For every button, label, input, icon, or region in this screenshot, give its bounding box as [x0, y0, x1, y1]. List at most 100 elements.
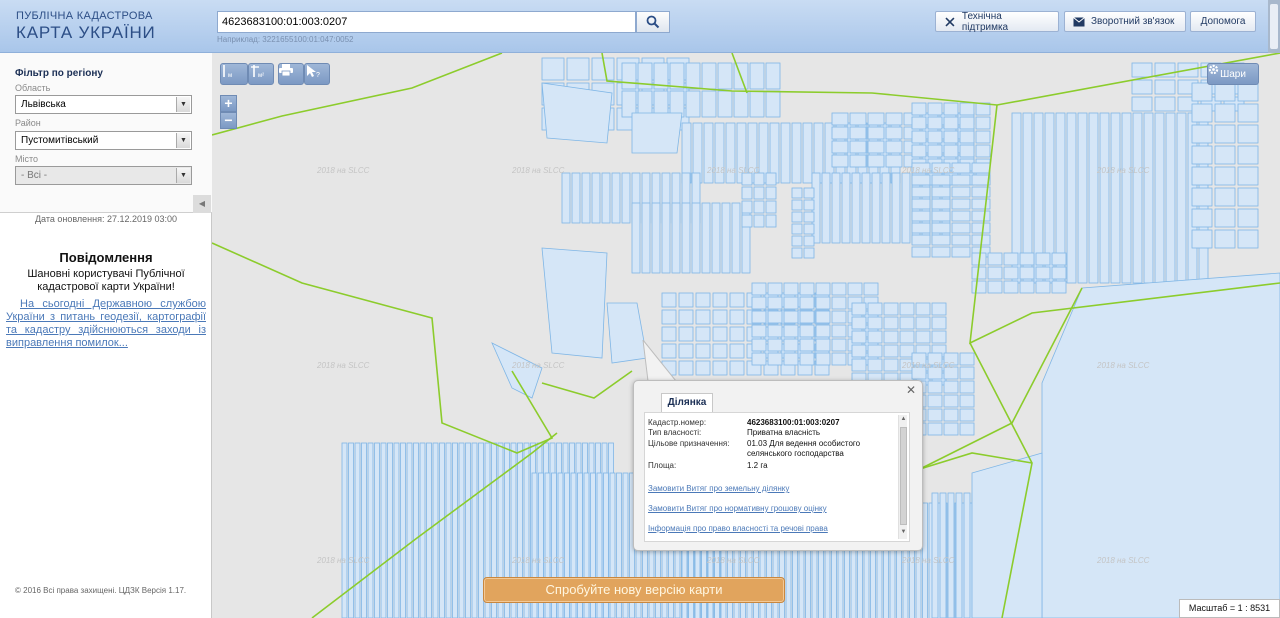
land-parcel — [1191, 229, 1213, 249]
land-parcel — [915, 316, 931, 330]
land-parcel — [729, 309, 745, 325]
identify-button[interactable]: ? — [304, 63, 330, 85]
land-parcel — [959, 408, 975, 422]
zoom-in-button[interactable]: + — [220, 95, 237, 112]
land-parcel — [931, 302, 947, 316]
order-extract-link[interactable]: Замовити Витяг про земельну ділянку — [648, 484, 789, 493]
envelope-icon — [1073, 16, 1085, 26]
tab-parcel[interactable]: Ділянка — [661, 393, 713, 412]
land-parcel — [1051, 266, 1067, 280]
close-icon[interactable]: ✕ — [906, 383, 916, 397]
land-parcel — [1214, 145, 1236, 165]
layers-label: Шари — [1220, 68, 1246, 80]
land-parcel — [867, 302, 883, 316]
measure-distance-button[interactable]: м — [220, 63, 248, 85]
order-valuation-link[interactable]: Замовити Витяг про нормативну грошову оц… — [648, 504, 827, 513]
watermark-text: 2018 на SLCC — [316, 166, 370, 175]
land-parcel — [767, 282, 783, 296]
scroll-down-icon[interactable]: ▼ — [900, 529, 907, 535]
land-parcel — [971, 280, 987, 294]
collapse-sidebar-button[interactable]: ◀ — [193, 195, 211, 213]
ownership-info-link[interactable]: Інформація про право власності та речові… — [648, 524, 828, 533]
help-button[interactable]: Допомога — [1190, 11, 1256, 32]
land-parcel — [361, 442, 367, 618]
land-parcel — [1237, 229, 1259, 249]
try-new-version-button[interactable]: Спробуйте нову версію карти — [483, 577, 785, 603]
land-parcel — [799, 296, 815, 310]
zoom-out-button[interactable]: − — [220, 112, 237, 129]
land-parcel — [717, 90, 733, 118]
land-parcel — [803, 199, 815, 211]
measure-area-button[interactable]: м² — [248, 63, 274, 85]
land-parcel — [729, 360, 745, 376]
ownership-type-label: Тип власності: — [648, 428, 702, 437]
land-parcel — [661, 309, 677, 325]
notice-link[interactable]: На сьогодні Державною службою України з … — [6, 298, 206, 350]
search-button[interactable] — [636, 11, 670, 33]
popup-scroll-thumb[interactable] — [900, 427, 907, 525]
land-parcel — [815, 352, 831, 366]
land-parcel — [695, 309, 711, 325]
feedback-button[interactable]: Зворотний зв'язок — [1064, 11, 1186, 32]
land-parcel — [951, 222, 971, 234]
land-parcel — [1003, 252, 1019, 266]
land-parcel — [387, 442, 393, 618]
land-parcel — [831, 296, 847, 310]
land-parcel — [931, 234, 951, 246]
chevron-down-icon: ▼ — [176, 168, 190, 183]
cadastral-map[interactable]: 2018 на SLCC 2018 на SLCC 2018 на SLCC 2018… — [212, 53, 1280, 618]
land-parcel — [733, 90, 749, 118]
city-select[interactable]: - Всі - ▼ — [15, 166, 192, 185]
watermark-text: 2018 на SLCC — [706, 556, 760, 565]
land-parcel — [1214, 103, 1236, 123]
map-scale: Масштаб = 1 : 8531 — [1179, 599, 1280, 618]
watermark-text: 2018 на SLCC — [511, 361, 565, 370]
land-parcel — [815, 282, 831, 296]
region-select[interactable]: Львівська ▼ — [15, 95, 192, 114]
land-parcel — [432, 442, 439, 618]
filter-title: Фільтр по регіону — [15, 68, 103, 79]
land-parcel — [975, 144, 991, 158]
land-parcel — [729, 326, 745, 342]
land-parcel — [951, 162, 971, 174]
header-scrollbar[interactable] — [1268, 0, 1280, 53]
land-parcel — [987, 252, 1003, 266]
land-parcel — [943, 144, 959, 158]
layers-button[interactable]: Шари — [1207, 63, 1259, 85]
search-hint: Наприклад: 3221655100:01:047:0052 — [217, 35, 354, 44]
scroll-up-icon[interactable]: ▲ — [900, 416, 907, 422]
print-button[interactable] — [278, 63, 304, 85]
area-ruler-icon: м² — [251, 65, 264, 78]
land-parcel — [765, 90, 781, 118]
popup-scrollbar[interactable]: ▲ ▼ — [898, 415, 907, 539]
scroll-thumb[interactable] — [1270, 4, 1278, 49]
tech-support-button[interactable]: Технічна підтримка — [935, 11, 1059, 33]
land-parcel — [661, 292, 677, 308]
cadastral-number-label: Кадастр.номер: — [648, 418, 707, 427]
land-parcel — [765, 62, 781, 90]
land-parcel — [831, 282, 847, 296]
land-parcel — [751, 282, 767, 296]
land-parcel — [911, 222, 931, 234]
land-parcel — [1131, 62, 1153, 78]
land-parcel — [591, 172, 601, 224]
parcel-info-popup: ✕ Ділянка Кадастр.номер: 4623683100:01:0… — [633, 380, 923, 551]
land-parcel — [867, 344, 883, 358]
land-parcel — [931, 186, 951, 198]
land-parcel — [911, 116, 927, 130]
site-logo[interactable]: ПУБЛІЧНА КАДАСТРОВА КАРТА УКРАЇНИ — [16, 10, 156, 43]
svg-text:м²: м² — [258, 73, 264, 78]
land-parcel — [1214, 187, 1236, 207]
land-parcel — [691, 202, 701, 274]
watermark-text: 2018 на SLCC — [901, 361, 955, 370]
land-parcel — [851, 330, 867, 344]
land-parcel — [885, 112, 903, 126]
land-parcel — [849, 112, 867, 126]
cadastral-search-input[interactable] — [217, 11, 636, 33]
land-parcel — [767, 296, 783, 310]
land-parcel — [831, 338, 847, 352]
land-parcel — [783, 338, 799, 352]
district-select[interactable]: Пустомитівський ▼ — [15, 131, 192, 150]
land-parcel — [831, 126, 849, 140]
land-parcel — [867, 126, 885, 140]
